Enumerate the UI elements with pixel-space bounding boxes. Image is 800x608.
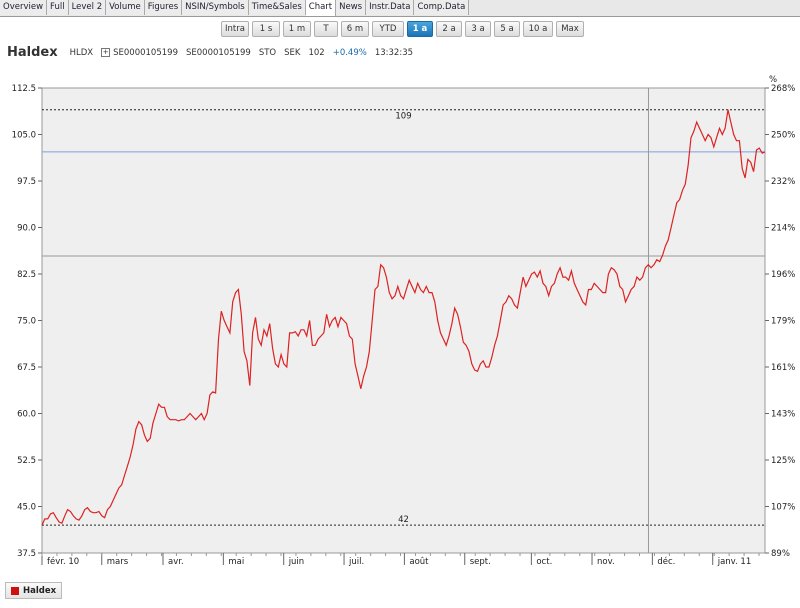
isin-code-secondary: SE0000105199 — [185, 47, 251, 58]
legend-swatch-icon — [11, 586, 19, 595]
period-button-5-a[interactable]: 5 a — [494, 21, 520, 37]
tab-volume[interactable]: Volume — [106, 0, 145, 15]
instrument-name: Haldex — [7, 45, 58, 60]
period-button-1-m[interactable]: 1 m — [283, 21, 311, 37]
tab-figures[interactable]: Figures — [144, 0, 183, 15]
period-button-ytd[interactable]: YTD — [372, 21, 404, 37]
period-button-1-a[interactable]: 1 a — [407, 21, 433, 37]
y2-tick-label: 232% — [771, 177, 795, 187]
max-line-label: 109 — [395, 112, 411, 122]
x-tick-label: août — [409, 557, 429, 567]
y2-tick-label: 196% — [771, 270, 795, 280]
quote-time: 13:32:35 — [374, 47, 414, 58]
x-tick-label: juil. — [348, 557, 364, 567]
x-tick-label: avr. — [168, 557, 184, 567]
y2-tick-label: 125% — [771, 456, 795, 466]
y2-tick-label: 214% — [771, 224, 795, 234]
tab-chart[interactable]: Chart — [305, 0, 337, 16]
tab-instr-data[interactable]: Instr.Data — [366, 0, 415, 15]
isin-code: SE0000105199 — [113, 47, 178, 58]
period-button-10-a[interactable]: 10 a — [523, 21, 553, 37]
x-tick-label: mai — [228, 557, 244, 567]
x-tick-label: déc. — [657, 556, 675, 567]
quote-header: Haldex HLDX + SE0000105199 SE0000105199 … — [7, 45, 421, 60]
y2-tick-label: 268% — [771, 84, 795, 94]
last-price: 102 — [308, 47, 325, 58]
period-selector: Intra 1 s1 mT6 m YTD 1 a2 a3 a5 a 10 a Max — [221, 21, 587, 37]
y-tick-label: 45.0 — [17, 503, 36, 513]
y-tick-label: 52.5 — [17, 456, 36, 466]
instrument-symbol: HLDX — [69, 47, 94, 58]
tab-time-sales[interactable]: Time&Sales — [248, 0, 306, 15]
x-tick-label: janv. 11 — [717, 557, 752, 567]
y2-tick-label: 161% — [771, 363, 795, 373]
x-tick-label: févr. 10 — [47, 556, 79, 567]
tab-full[interactable]: Full — [47, 0, 69, 15]
x-tick-label: nov. — [597, 557, 615, 567]
y-tick-label: 105.0 — [12, 131, 36, 141]
y-tick-label: 112.5 — [12, 84, 36, 94]
period-button-2-a[interactable]: 2 a — [436, 21, 462, 37]
x-tick-label: juin — [288, 557, 305, 567]
y-tick-label: 60.0 — [17, 410, 36, 420]
tab-bar: Overview Full Level 2 Volume Figures NSIN/Sym… — [0, 0, 800, 17]
period-button-t[interactable]: T — [314, 21, 338, 37]
x-tick-label: oct. — [536, 557, 552, 567]
y2-tick-label: 250% — [771, 131, 795, 141]
tab-overview[interactable]: Overview — [0, 0, 48, 15]
tab-comp-data[interactable]: Comp.Data — [414, 0, 470, 15]
y2-tick-label: 107% — [771, 503, 795, 513]
y-tick-label: 82.5 — [17, 270, 36, 280]
y-tick-label: 75.0 — [17, 317, 36, 327]
x-tick-label: mars — [107, 557, 129, 567]
x-tick-label: sept. — [470, 557, 491, 567]
period-button-intra[interactable]: Intra — [221, 21, 249, 37]
market-code: STO — [258, 47, 277, 58]
expand-plus-icon[interactable]: + — [101, 48, 111, 57]
y-tick-label: 97.5 — [17, 177, 36, 187]
y2-tick-label: 143% — [771, 410, 795, 420]
period-button-max[interactable]: Max — [556, 21, 584, 37]
y2-tick-label: 89% — [771, 549, 790, 559]
y-tick-label: 67.5 — [17, 363, 36, 373]
min-line-label: 42 — [398, 515, 409, 525]
tab-news[interactable]: News — [336, 0, 367, 15]
currency-code: SEK — [284, 47, 301, 58]
tab-level-2[interactable]: Level 2 — [68, 0, 107, 15]
y2-tick-label: 179% — [771, 317, 795, 327]
y-tick-label: 37.5 — [17, 549, 36, 559]
period-button-6-m[interactable]: 6 m — [341, 21, 369, 37]
y-tick-label: 90.0 — [17, 224, 36, 234]
right-axis-unit: % — [769, 75, 777, 85]
price-change: +0.49% — [332, 47, 367, 58]
tab-nsin-symbols[interactable]: NSIN/Symbols — [182, 0, 249, 15]
period-button-1-s[interactable]: 1 s — [252, 21, 280, 37]
period-button-3-a[interactable]: 3 a — [465, 21, 491, 37]
legend-item[interactable]: Haldex — [5, 582, 63, 599]
plot-area — [41, 87, 766, 554]
legend-label: Haldex — [23, 585, 57, 596]
price-chart[interactable]: 37.5 89% 45.0 107% 52.5 125% 60.0 143% 67.5 161% 7… — [0, 72, 800, 582]
